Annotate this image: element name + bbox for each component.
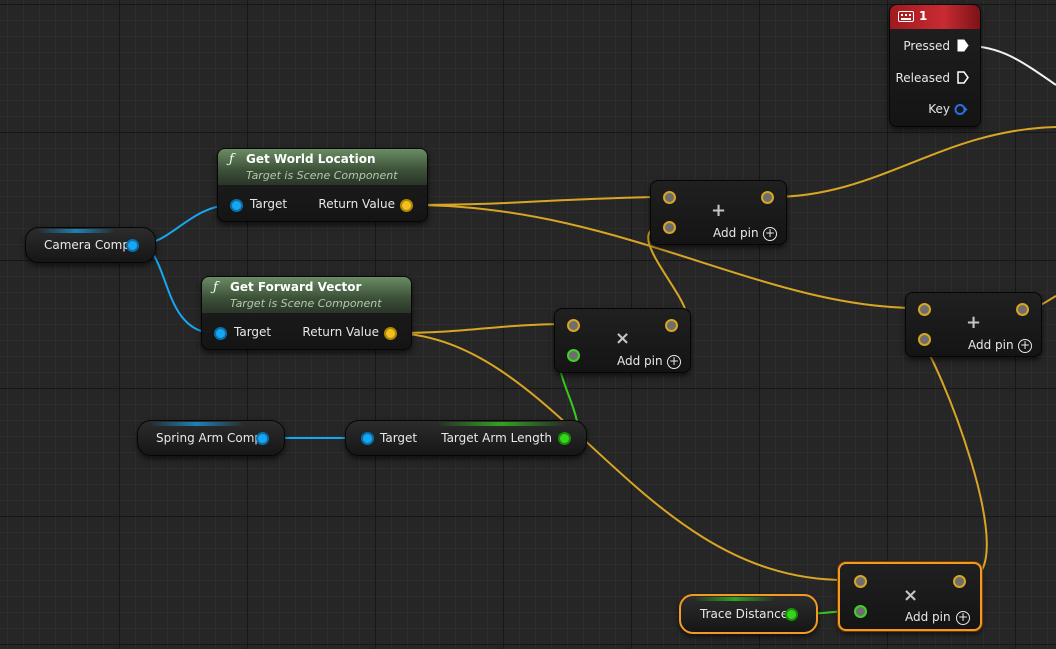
node-title: Get World Location xyxy=(246,152,376,166)
multiply-node-1[interactable]: × Add pin + xyxy=(554,308,691,373)
add-pin-button-label[interactable]: Add pin xyxy=(713,226,759,240)
return-value-pin[interactable] xyxy=(400,199,413,212)
add-pin-button-label[interactable]: Add pin xyxy=(905,610,951,624)
camera-comp-output-pin[interactable] xyxy=(126,239,139,252)
multiply-input-b-pin[interactable] xyxy=(854,605,867,618)
trace-distance-variable-node[interactable]: Trace Distance xyxy=(679,594,818,634)
add-pin-plus-icon[interactable]: + xyxy=(956,611,970,625)
node-subtitle: Target is Scene Component xyxy=(246,169,398,182)
add-pin-plus-icon[interactable]: + xyxy=(1018,339,1032,353)
pressed-pin-label: Pressed xyxy=(903,39,950,53)
add-input-b-pin[interactable] xyxy=(918,333,931,346)
target-pin-label: Target xyxy=(234,325,272,339)
return-value-label: Return Value xyxy=(302,325,379,339)
multiply-operator-icon: × xyxy=(615,328,631,349)
camera-comp-variable-node[interactable]: Camera Comp xyxy=(25,227,156,263)
add-vector-node-1[interactable]: + Add pin + xyxy=(650,180,787,245)
key-pin-label: Key xyxy=(928,102,950,116)
trace-distance-output-pin[interactable] xyxy=(785,608,798,621)
multiply-output-pin[interactable] xyxy=(665,319,678,332)
spring-arm-comp-variable-node[interactable]: Spring Arm Comp xyxy=(137,420,285,456)
key-event-node[interactable]: 1 Pressed Released Key xyxy=(889,4,981,127)
target-arm-length-label: Target Arm Length xyxy=(441,431,552,445)
target-input-pin[interactable] xyxy=(361,432,374,445)
multiply-output-pin[interactable] xyxy=(953,575,966,588)
key-struct-pin[interactable] xyxy=(954,103,968,116)
add-vector-node-2[interactable]: + Add pin + xyxy=(905,292,1042,357)
add-input-b-pin[interactable] xyxy=(663,221,676,234)
wire-world-location-to-add1 xyxy=(411,196,664,206)
add-input-a-pin[interactable] xyxy=(663,191,676,204)
released-pin-label: Released xyxy=(895,71,950,85)
key-event-header: 1 xyxy=(890,5,980,29)
target-arm-length-output-pin[interactable] xyxy=(558,432,571,445)
target-input-pin[interactable] xyxy=(214,327,227,340)
function-icon: ƒ xyxy=(213,280,218,295)
multiply-node-2[interactable]: × Add pin + xyxy=(838,562,982,631)
wire-mult2-to-add2 xyxy=(917,337,988,581)
add-output-pin[interactable] xyxy=(1016,303,1029,316)
add-input-a-pin[interactable] xyxy=(918,303,931,316)
add-output-pin[interactable] xyxy=(761,191,774,204)
wire-forward-to-mult1 xyxy=(395,323,567,334)
variable-color-glow xyxy=(38,229,115,233)
get-world-location-header: ƒ Get World Location Target is Scene Com… xyxy=(218,149,427,185)
function-icon: ƒ xyxy=(229,152,234,167)
variable-label: Camera Comp xyxy=(44,238,130,252)
key-event-title: 1 xyxy=(919,9,928,23)
variable-color-glow xyxy=(693,597,776,601)
get-forward-vector-node[interactable]: ƒ Get Forward Vector Target is Scene Com… xyxy=(201,276,412,350)
add-operator-icon: + xyxy=(711,200,727,221)
node-title: Get Forward Vector xyxy=(230,280,362,294)
multiply-input-a-pin[interactable] xyxy=(567,319,580,332)
variable-color-glow xyxy=(436,422,566,426)
multiply-input-a-pin[interactable] xyxy=(854,575,867,588)
blueprint-graph-canvas[interactable]: 1 Pressed Released Key ƒ Get World Locat… xyxy=(0,0,1056,649)
get-world-location-node[interactable]: ƒ Get World Location Target is Scene Com… xyxy=(217,148,428,222)
add-pin-plus-icon[interactable]: + xyxy=(763,227,777,241)
target-pin-label: Target xyxy=(250,197,288,211)
spring-arm-comp-output-pin[interactable] xyxy=(256,432,269,445)
variable-label: Spring Arm Comp xyxy=(156,431,263,445)
get-forward-vector-header: ƒ Get Forward Vector Target is Scene Com… xyxy=(202,277,411,313)
node-subtitle: Target is Scene Component xyxy=(230,297,382,310)
return-value-pin[interactable] xyxy=(384,327,397,340)
variable-color-glow xyxy=(150,422,244,426)
variable-label: Trace Distance xyxy=(700,607,789,621)
wire-add1-out xyxy=(771,126,1056,198)
pressed-exec-pin[interactable] xyxy=(957,39,969,52)
released-exec-pin[interactable] xyxy=(957,71,969,84)
add-operator-icon: + xyxy=(966,312,982,333)
add-pin-plus-icon[interactable]: + xyxy=(667,355,681,369)
target-pin-label: Target xyxy=(380,431,418,445)
target-input-pin[interactable] xyxy=(230,199,243,212)
multiply-operator-icon: × xyxy=(903,585,919,606)
return-value-label: Return Value xyxy=(318,197,395,211)
target-arm-length-node[interactable]: Target Target Arm Length xyxy=(345,420,587,456)
add-pin-button-label[interactable]: Add pin xyxy=(968,338,1014,352)
multiply-input-b-pin[interactable] xyxy=(567,349,580,362)
add-pin-button-label[interactable]: Add pin xyxy=(617,354,663,368)
keyboard-icon xyxy=(898,11,914,22)
